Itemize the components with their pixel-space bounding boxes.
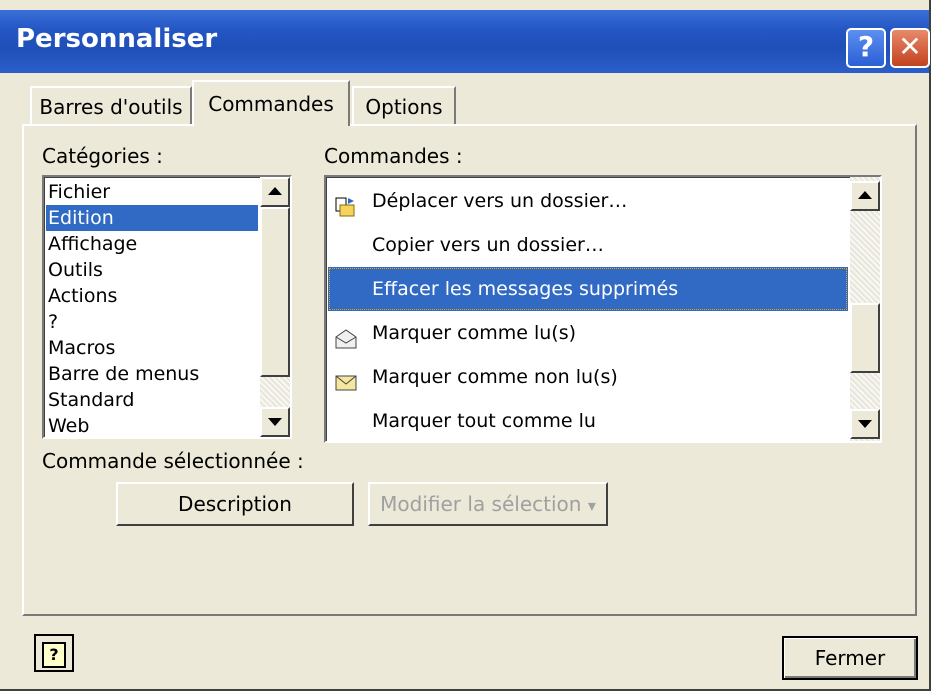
- command-item[interactable]: Effacer les messages supprimés: [328, 267, 848, 311]
- open-envelope-icon: [334, 322, 358, 349]
- categories-scroll-down-button[interactable]: [260, 407, 290, 437]
- customize-dialog: Personnaliser ? ✕ Barres d'outils Comman…: [0, 0, 931, 691]
- closed-envelope-icon: [334, 366, 358, 391]
- category-item[interactable]: Macros: [46, 335, 258, 361]
- commands-listbox[interactable]: Déplacer vers un dossier… Copier vers un …: [324, 175, 882, 443]
- command-item[interactable]: Copier vers un dossier…: [328, 223, 848, 267]
- selected-command-label: Commande sélectionnée :: [42, 449, 304, 473]
- title-help-button[interactable]: ?: [846, 28, 886, 68]
- command-item-label: Copier vers un dossier…: [372, 234, 604, 256]
- arrow-down-icon: [268, 418, 282, 426]
- help-button[interactable]: ?: [34, 634, 74, 672]
- close-button[interactable]: Fermer: [782, 636, 918, 680]
- categories-listbox[interactable]: Fichier Edition Affichage Outils Actions? Mac…: [42, 175, 292, 439]
- close-icon: ✕: [898, 30, 922, 63]
- arrow-up-icon: [268, 187, 282, 195]
- command-item-label: Marquer comme lu(s): [372, 322, 577, 344]
- commands-list: Déplacer vers un dossier… Copier vers un …: [328, 179, 848, 441]
- commands-label: Commandes :: [324, 144, 463, 168]
- arrow-up-icon: [858, 191, 872, 199]
- window-title: Personnaliser: [16, 24, 218, 54]
- modify-selection-button[interactable]: Modifier la sélection ▾: [368, 482, 608, 526]
- arrow-down-icon: [858, 420, 872, 428]
- tab-commands[interactable]: Commandes: [192, 80, 350, 126]
- category-item[interactable]: Fichier: [46, 179, 258, 205]
- dropdown-arrow-icon: ▾: [587, 496, 596, 515]
- categories-list: Fichier Edition Affichage Outils Actions? Mac…: [46, 179, 258, 437]
- commands-scrollbar[interactable]: [850, 177, 880, 441]
- title-bar: Personnaliser ? ✕: [0, 10, 930, 73]
- category-item[interactable]: Edition: [46, 205, 258, 231]
- command-item-label: Marquer comme non lu(s): [372, 366, 618, 388]
- command-item-label: Effacer les messages supprimés: [372, 278, 679, 300]
- categories-scroll-up-button[interactable]: [260, 177, 290, 207]
- category-item[interactable]: Barre de menus: [46, 361, 258, 387]
- question-icon: ?: [857, 30, 875, 63]
- commands-scroll-up-button[interactable]: [850, 181, 880, 211]
- commands-scroll-thumb[interactable]: [850, 303, 880, 373]
- move-to-folder-icon: [334, 190, 358, 217]
- category-item[interactable]: Actions: [46, 283, 258, 309]
- categories-scroll-thumb[interactable]: [260, 207, 290, 377]
- command-item[interactable]: Déplacer vers un dossier…: [328, 179, 848, 223]
- description-button[interactable]: Description: [116, 482, 354, 526]
- tab-toolbars[interactable]: Barres d'outils: [30, 86, 192, 126]
- command-item[interactable]: Marquer comme non lu(s): [328, 355, 848, 399]
- category-item[interactable]: ?: [46, 309, 258, 335]
- category-item[interactable]: Affichage: [46, 231, 258, 257]
- commands-scroll-down-button[interactable]: [850, 409, 880, 439]
- command-item-label: Marquer tout comme lu: [372, 410, 596, 432]
- question-icon: ?: [42, 642, 66, 668]
- title-close-button[interactable]: ✕: [890, 28, 930, 68]
- categories-label: Catégories :: [42, 144, 163, 168]
- command-item-label: Déplacer vers un dossier…: [372, 190, 628, 212]
- tab-options[interactable]: Options: [352, 86, 456, 126]
- category-item[interactable]: Standard: [46, 387, 258, 413]
- command-item[interactable]: Marquer comme lu(s): [328, 311, 848, 355]
- categories-scrollbar[interactable]: [260, 177, 290, 437]
- command-item[interactable]: Marquer tout comme lu: [328, 399, 848, 441]
- category-item[interactable]: Web: [46, 413, 258, 437]
- category-item[interactable]: Outils: [46, 257, 258, 283]
